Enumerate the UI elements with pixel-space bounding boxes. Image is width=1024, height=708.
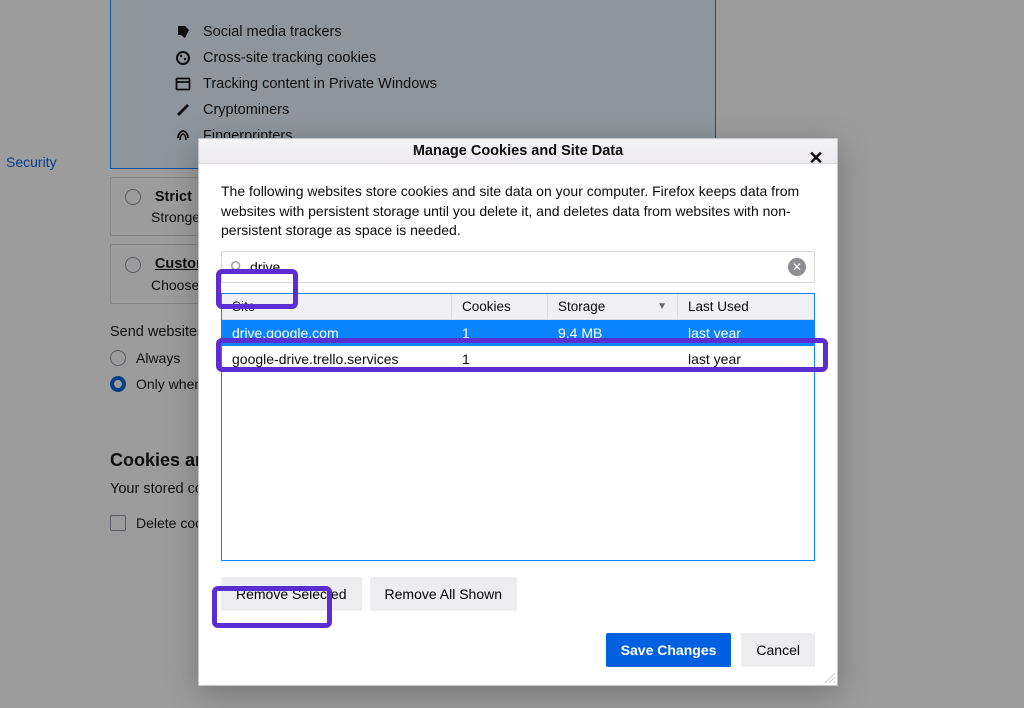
clear-icon: ✕ xyxy=(792,260,802,274)
col-site[interactable]: Site xyxy=(222,294,452,319)
close-icon: ✕ xyxy=(808,148,823,169)
cell-cookies: 1 xyxy=(452,325,548,341)
dialog-description: The following websites store cookies and… xyxy=(221,182,815,241)
sites-table: Site Cookies Storage ▼ Last Used drive.g… xyxy=(221,293,815,561)
cell-last-used: last year xyxy=(678,325,814,341)
cell-site: google-drive.trello.services xyxy=(222,351,452,367)
clear-search-button[interactable]: ✕ xyxy=(788,258,806,276)
remove-selected-button[interactable]: Remove Selected xyxy=(221,577,362,611)
dialog-header: Manage Cookies and Site Data ✕ xyxy=(199,139,837,164)
cell-site: drive.google.com xyxy=(222,325,452,341)
save-changes-button[interactable]: Save Changes xyxy=(606,633,732,667)
search-field[interactable]: ✕ xyxy=(221,251,815,283)
search-input[interactable] xyxy=(250,259,788,275)
dialog-title: Manage Cookies and Site Data xyxy=(413,143,623,159)
table-header: Site Cookies Storage ▼ Last Used xyxy=(222,294,814,320)
sort-desc-icon: ▼ xyxy=(657,301,667,312)
col-storage[interactable]: Storage ▼ xyxy=(548,294,678,319)
col-cookies[interactable]: Cookies xyxy=(452,294,548,319)
cell-storage: 9.4 MB xyxy=(548,325,678,341)
cancel-button[interactable]: Cancel xyxy=(741,633,815,667)
cell-last-used: last year xyxy=(678,351,814,367)
search-icon xyxy=(230,260,244,274)
table-row[interactable]: google-drive.trello.services1 last year xyxy=(222,346,814,372)
resize-grip-icon[interactable] xyxy=(823,671,835,683)
col-last-used[interactable]: Last Used xyxy=(678,294,814,319)
close-button[interactable]: ✕ xyxy=(805,147,827,169)
cell-cookies: 1 xyxy=(452,351,548,367)
table-row[interactable]: drive.google.com19.4 MBlast year xyxy=(222,320,814,346)
remove-all-shown-button[interactable]: Remove All Shown xyxy=(370,577,518,611)
manage-cookies-dialog: Manage Cookies and Site Data ✕ The follo… xyxy=(198,138,838,686)
